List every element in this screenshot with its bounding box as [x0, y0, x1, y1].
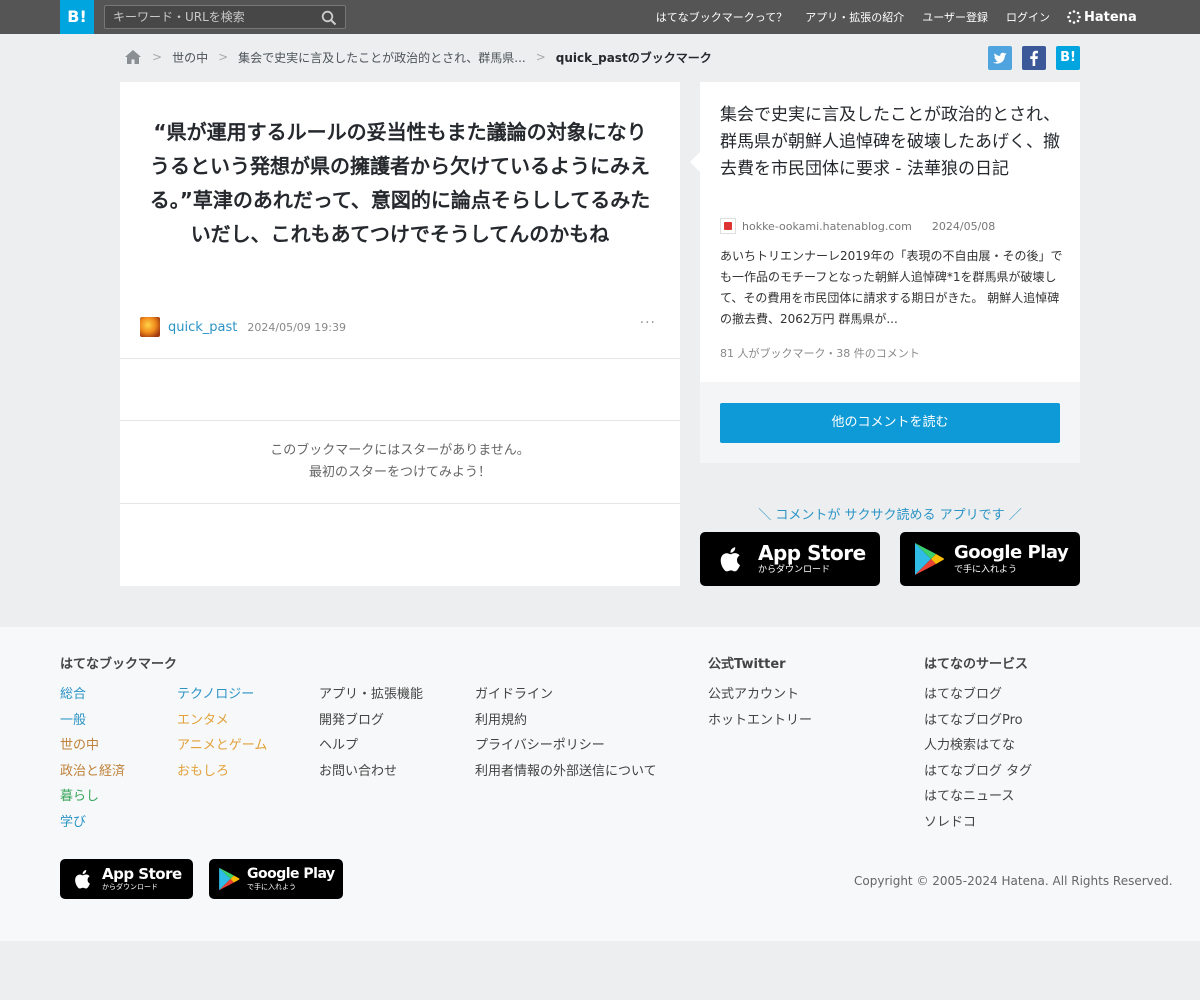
footer-category-link[interactable]: 学び: [60, 811, 86, 830]
footer-link-service[interactable]: はてなブログPro: [924, 709, 1023, 728]
footer-link-service[interactable]: はてなブログ タグ: [924, 760, 1032, 779]
entry-bookmark-count[interactable]: 81 人がブックマーク・38 件のコメント: [720, 345, 920, 361]
chevron-right-icon: >: [152, 50, 163, 64]
footer-category-link[interactable]: 世の中: [60, 734, 99, 753]
footer-category-link[interactable]: 一般: [60, 709, 86, 728]
footer-googleplay-subtitle: で手に入れよう: [247, 883, 296, 891]
footer-link-external-transmission[interactable]: 利用者情報の外部送信について: [475, 760, 657, 779]
footer-bookmark-title: はてなブックマーク: [60, 657, 178, 672]
breadcrumb: > 世の中 > 集会で史実に言及したことが政治的とされ、群馬県... > qui…: [124, 46, 712, 68]
footer-app-store-badge[interactable]: App Store からダウンロード: [60, 859, 193, 899]
breadcrumb-entry[interactable]: 集会で史実に言及したことが政治的とされ、群馬県...: [238, 49, 526, 66]
appstore-subtitle: からダウンロード: [758, 565, 831, 575]
entry-domain-link[interactable]: hokke-ookami.hatenablog.com: [742, 220, 912, 233]
footer-link-twitter-official[interactable]: 公式アカウント: [708, 683, 799, 702]
hatena-brand-text: Hatena: [1084, 9, 1137, 25]
entry-card: 集会で史実に言及したことが政治的とされ、群馬県が朝鮮人追悼碑を破壊したあげく、撤…: [690, 82, 1080, 382]
hatena-share-button[interactable]: B!: [1056, 46, 1080, 70]
google-play-icon: [219, 867, 240, 891]
footer-category-link[interactable]: おもしろ: [177, 760, 229, 779]
footer-link-help[interactable]: ヘルプ: [319, 734, 358, 753]
footer-link-devblog[interactable]: 開発ブログ: [319, 709, 384, 728]
divider: [120, 358, 680, 359]
facebook-icon: [1030, 50, 1038, 66]
app-promo-text: ＼ コメントが サクサク読める アプリです ／: [758, 508, 1022, 523]
footer-category-link[interactable]: エンタメ: [177, 709, 229, 728]
hatena-dots-icon: [1067, 10, 1081, 24]
entry-date: 2024/05/08: [931, 219, 996, 233]
appstore-title: App Store: [758, 541, 866, 565]
hatena-bookmark-logo[interactable]: B!: [60, 0, 94, 34]
search-input[interactable]: [113, 6, 313, 28]
twitter-share-button[interactable]: [988, 46, 1012, 70]
nav-login[interactable]: ログイン: [1006, 9, 1050, 25]
footer-link-service[interactable]: ソレドコ: [924, 811, 976, 830]
footer: はてなブックマーク アプリ・拡張機能 開発ブログ ヘルプ お問い合わせ ガイドラ…: [0, 627, 1200, 941]
no-star-message: このブックマークにはスターがありません。 最初のスターをつけてみよう！: [120, 440, 680, 484]
footer-services-title: はてなのサービス: [924, 657, 1029, 672]
top-bar: B! はてなブックマークって？ アプリ・拡張の紹介 ユーザー登録 ログイン Ha…: [0, 0, 1200, 34]
username-link[interactable]: quick_past: [168, 320, 237, 335]
footer-category-link[interactable]: アニメとゲーム: [177, 734, 267, 753]
footer-google-play-badge[interactable]: Google Play で手に入れよう: [209, 859, 343, 899]
breadcrumb-category[interactable]: 世の中: [172, 49, 208, 66]
googleplay-subtitle: で手に入れよう: [954, 565, 1018, 575]
footer-link-privacy[interactable]: プライバシーポリシー: [475, 734, 605, 753]
share-buttons: B!: [988, 46, 1080, 70]
entry-meta: hokke-ookami.hatenablog.com 2024/05/08: [720, 218, 995, 234]
nav-about[interactable]: はてなブックマークって？: [656, 9, 787, 25]
footer-link-terms[interactable]: 利用規約: [475, 709, 527, 728]
chevron-right-icon: >: [535, 50, 546, 64]
apple-icon: [720, 547, 740, 572]
footer-appstore-subtitle: からダウンロード: [102, 883, 158, 891]
footer-category-link[interactable]: 暮らし: [60, 785, 99, 804]
twitter-icon: [993, 52, 1007, 64]
apple-icon: [75, 869, 90, 889]
nav-apps[interactable]: アプリ・拡張の紹介: [805, 9, 904, 25]
footer-link-guideline[interactable]: ガイドライン: [475, 683, 553, 702]
app-store-badge[interactable]: App Store からダウンロード: [700, 532, 880, 586]
footer-category-link[interactable]: 総合: [60, 683, 86, 702]
divider: [120, 503, 680, 504]
bookmark-comment: “県が運用するルールの妥当性もまた議論の対象になりうるという発想が県の擁護者から…: [149, 120, 651, 246]
search-box: [104, 5, 346, 29]
home-icon[interactable]: [124, 49, 142, 65]
google-play-badge[interactable]: Google Play で手に入れよう: [900, 532, 1080, 586]
top-nav: はてなブックマークって？ アプリ・拡張の紹介 ユーザー登録 ログイン: [656, 0, 1050, 34]
no-star-line1: このブックマークにはスターがありません。: [270, 443, 530, 458]
footer-link-contact[interactable]: お問い合わせ: [319, 760, 397, 779]
breadcrumb-current: quick_pastのブックマーク: [555, 50, 712, 65]
entry-card-footer: 他のコメントを読む: [700, 382, 1080, 463]
footer-category-link[interactable]: テクノロジー: [177, 683, 254, 702]
avatar[interactable]: [140, 317, 160, 337]
chevron-right-icon: >: [218, 50, 229, 64]
footer-link-twitter-hotentry[interactable]: ホットエントリー: [708, 709, 812, 728]
google-play-icon: [915, 543, 944, 575]
hatena-logo[interactable]: Hatena: [1067, 8, 1137, 26]
footer-link-service[interactable]: 人力検索はてな: [924, 734, 1015, 753]
entry-title-link[interactable]: 集会で史実に言及したことが政治的とされ、群馬県が朝鮮人追悼碑を破壊したあげく、撤…: [720, 102, 1065, 183]
site-favicon-icon: [720, 218, 736, 234]
googleplay-title: Google Play: [954, 542, 1069, 563]
divider: [120, 420, 680, 421]
more-options-icon[interactable]: ···: [640, 315, 656, 331]
footer-appstore-title: App Store: [102, 865, 182, 883]
footer-link-service[interactable]: はてなニュース: [924, 785, 1014, 804]
card-pointer: [690, 152, 700, 172]
footer-twitter-title: 公式Twitter: [708, 657, 786, 672]
read-more-comments-button[interactable]: 他のコメントを読む: [720, 403, 1060, 443]
copyright: Copyright © 2005-2024 Hatena. All Rights…: [854, 874, 1173, 888]
footer-category-link[interactable]: 政治と経済: [60, 760, 125, 779]
bookmark-timestamp: 2024/05/09 19:39: [247, 320, 346, 334]
bookmark-user-row: quick_past 2024/05/09 19:39 ···: [140, 315, 660, 337]
bookmark-card: “県が運用するルールの妥当性もまた議論の対象になりうるという発想が県の擁護者から…: [120, 82, 680, 586]
facebook-share-button[interactable]: [1022, 46, 1046, 70]
entry-summary: あいちトリエンナーレ2019年の「表現の不自由展・その後」でも一作品のモチーフと…: [720, 249, 1063, 326]
footer-link-service[interactable]: はてなブログ: [924, 683, 1002, 702]
footer-googleplay-title: Google Play: [247, 866, 335, 882]
footer-link-apps[interactable]: アプリ・拡張機能: [319, 683, 423, 702]
nav-register[interactable]: ユーザー登録: [922, 9, 988, 25]
search-icon[interactable]: [321, 10, 337, 26]
no-star-line2: 最初のスターをつけてみよう！: [308, 465, 491, 480]
